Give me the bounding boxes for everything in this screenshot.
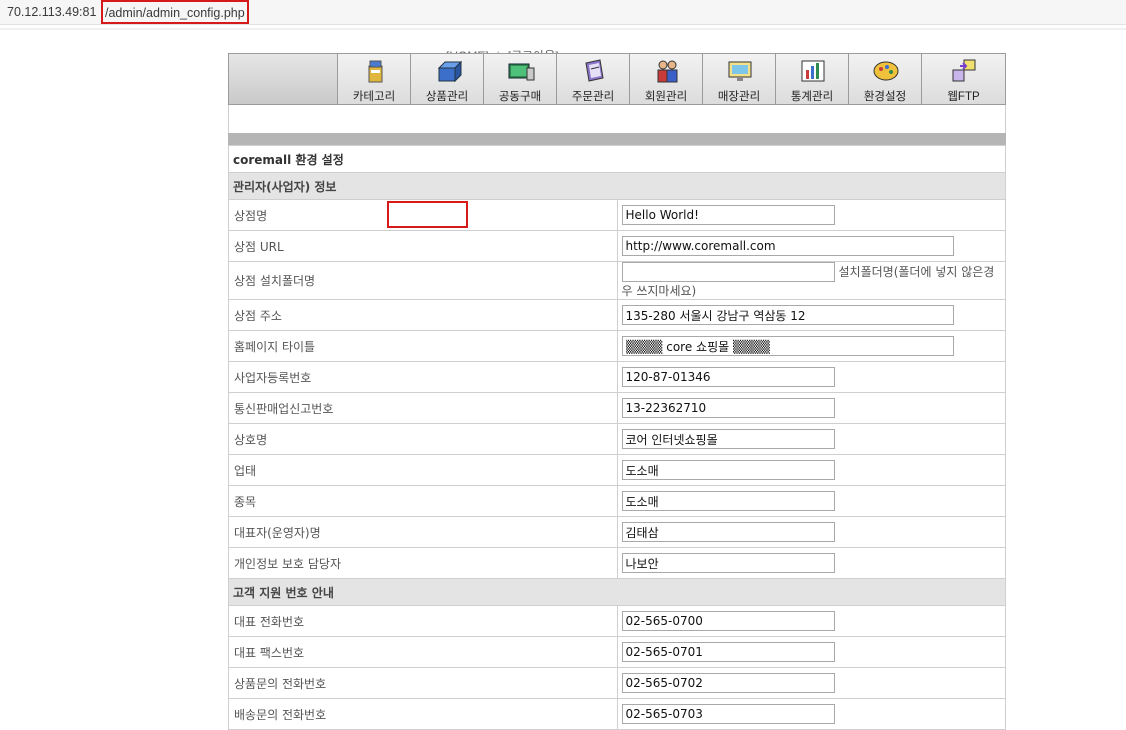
business-no-input[interactable] [621,367,835,387]
ceo-name-input[interactable] [621,522,835,542]
nav-label: 회원관리 [644,91,688,103]
label-privacy-officer: 개인정보 보호 담당자 [228,547,618,579]
shop-address-input[interactable] [621,305,954,325]
label-shop-address: 상점 주소 [228,299,618,331]
delivery-phone-input[interactable] [621,704,835,724]
label-shop-url: 상점 URL [228,230,618,262]
nav-item-member[interactable]: 회원관리 [629,54,702,104]
category-icon [368,60,383,83]
admin-nav: 카테고리 상품관리 공동구매 주문관리 회원관리 매장관리 통계관리 환경설정 … [228,53,1006,105]
shop-name-input[interactable] [621,205,835,225]
nav-label: 매장관리 [717,91,761,103]
nav-item-stats[interactable]: 통계관리 [775,54,848,104]
nav-spacer [229,54,337,104]
sub-menu-band [228,105,1006,133]
label-delivery-phone: 배송문의 전화번호 [228,698,618,730]
address-host: 70.12.113.49:81 [7,5,97,19]
nav-item-webftp[interactable]: 웹FTP [921,54,1005,104]
main-fax-input[interactable] [621,642,835,662]
section-customer-support: 고객 지원 번호 안내 [228,578,1006,606]
stats-icon [801,60,825,82]
label-business-item: 종목 [228,485,618,517]
nav-item-category[interactable]: 카테고리 [337,54,410,104]
product-icon [437,60,462,83]
nav-item-product[interactable]: 상품관리 [410,54,483,104]
shop-url-input[interactable] [621,236,954,256]
nav-label: 통계관리 [790,91,834,103]
homepage-title-input[interactable] [621,336,954,356]
install-folder-input[interactable] [621,262,835,282]
main-phone-input[interactable] [621,611,835,631]
form-title: coremall 환경 설정 [228,145,1006,173]
privacy-officer-input[interactable] [621,553,835,573]
label-install-folder: 상점 설치폴더명 [228,261,618,300]
page-divider [0,28,1126,30]
label-mail-order-no: 통신판매업신고번호 [228,392,618,424]
webftp-icon [952,59,976,82]
store-icon [728,61,752,81]
label-ceo-name: 대표자(운영자)명 [228,516,618,548]
nav-label: 환경설정 [863,91,907,103]
nav-item-order[interactable]: 주문관리 [556,54,629,104]
business-item-input[interactable] [621,491,835,511]
browser-address-bar[interactable]: 70.12.113.49:81 /admin/admin_config.php [0,0,1126,25]
label-homepage-title: 홈페이지 타이틀 [228,330,618,362]
nav-label: 카테고리 [352,91,396,103]
nav-label: 주문관리 [571,91,615,103]
nav-label: 웹FTP [947,91,980,103]
company-name-input[interactable] [621,429,835,449]
label-shop-name: 상점명 [228,199,618,231]
group-buy-icon [508,63,535,81]
nav-item-store[interactable]: 매장관리 [702,54,775,104]
label-main-phone: 대표 전화번호 [228,605,618,637]
label-main-fax: 대표 팩스번호 [228,636,618,668]
address-path-highlighted: /admin/admin_config.php [101,0,249,24]
config-form: coremall 환경 설정 관리자(사업자) 정보 상점명 상점 URL 상점… [228,145,1006,730]
nav-label: 상품관리 [425,91,469,103]
settings-icon [873,61,899,81]
nav-label: 공동구매 [498,91,542,103]
mail-order-no-input[interactable] [621,398,835,418]
business-type-input[interactable] [621,460,835,480]
order-icon [585,59,604,82]
label-product-phone: 상품문의 전화번호 [228,667,618,699]
nav-item-group-buy[interactable]: 공동구매 [483,54,556,104]
label-company-name: 상호명 [228,423,618,455]
label-business-type: 업태 [228,454,618,486]
label-business-no: 사업자등록번호 [228,361,618,393]
section-divider-bar [228,133,1006,145]
nav-item-settings[interactable]: 환경설정 [848,54,921,104]
member-icon [657,60,678,83]
product-phone-input[interactable] [621,673,835,693]
section-admin-info: 관리자(사업자) 정보 [228,172,1006,200]
